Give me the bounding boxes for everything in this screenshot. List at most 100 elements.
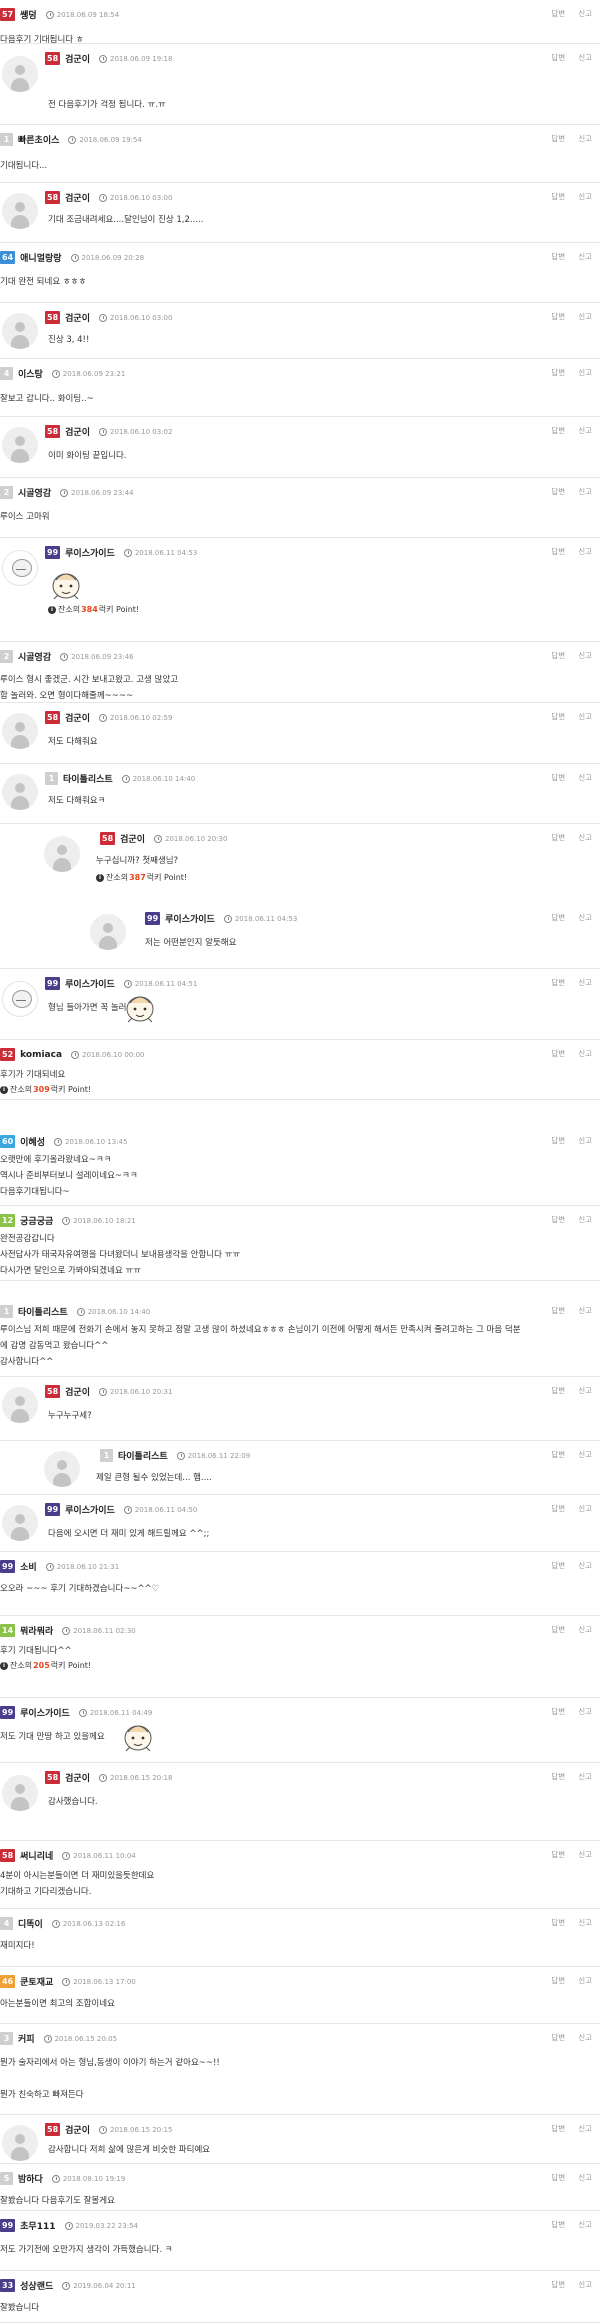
author-name[interactable]: 빠른초이스 — [18, 133, 59, 146]
author-name[interactable]: 검군이 — [65, 425, 90, 438]
report-button[interactable]: 신고 — [578, 650, 592, 661]
reply-button[interactable]: 답변 — [551, 650, 565, 661]
author-name[interactable]: 쌩덩 — [20, 8, 37, 21]
author-name[interactable]: 밤하다 — [18, 2172, 43, 2185]
author-name[interactable]: 시골영감 — [18, 650, 51, 663]
report-button[interactable]: 신고 — [578, 1305, 592, 1316]
report-button[interactable]: 신고 — [578, 2032, 592, 2043]
report-button[interactable]: 신고 — [578, 1849, 592, 1860]
reply-button[interactable]: 답변 — [551, 133, 565, 144]
author-name[interactable]: 성상랜드 — [20, 2279, 53, 2292]
author-name[interactable]: 루이스가이드 — [165, 912, 215, 925]
reply-button[interactable]: 답변 — [551, 1849, 565, 1860]
report-button[interactable]: 신고 — [578, 1560, 592, 1571]
reply-button[interactable]: 답변 — [551, 191, 565, 202]
report-button[interactable]: 신고 — [578, 1214, 592, 1225]
reply-button[interactable]: 답변 — [551, 311, 565, 322]
reply-button[interactable]: 답변 — [551, 2123, 565, 2134]
reply-button[interactable]: 답변 — [551, 2172, 565, 2183]
author-name[interactable]: 뭐라뭐라 — [20, 1624, 53, 1637]
report-button[interactable]: 신고 — [578, 1975, 592, 1986]
report-button[interactable]: 신고 — [578, 133, 592, 144]
reply-button[interactable]: 답변 — [551, 1048, 565, 1059]
report-button[interactable]: 신고 — [578, 546, 592, 557]
reply-button[interactable]: 답변 — [551, 1560, 565, 1571]
report-button[interactable]: 신고 — [578, 2123, 592, 2134]
author-name[interactable]: 검군이 — [65, 1771, 90, 1784]
author-name[interactable]: 애니멀랑랑 — [20, 251, 61, 264]
report-button[interactable]: 신고 — [578, 311, 592, 322]
report-button[interactable]: 신고 — [578, 711, 592, 722]
reply-button[interactable]: 답변 — [551, 367, 565, 378]
author-name[interactable]: 타이틀리스트 — [118, 1449, 168, 1462]
reply-button[interactable]: 답변 — [551, 977, 565, 988]
author-name[interactable]: 시골영감 — [18, 486, 51, 499]
reply-button[interactable]: 답변 — [551, 832, 565, 843]
author-name[interactable]: 검군이 — [65, 311, 90, 324]
reply-button[interactable]: 답변 — [551, 1135, 565, 1146]
author-name[interactable]: 검군이 — [65, 191, 90, 204]
report-button[interactable]: 신고 — [578, 1503, 592, 1514]
author-name[interactable]: 루이스가이드 — [65, 546, 115, 559]
report-button[interactable]: 신고 — [578, 772, 592, 783]
report-button[interactable]: 신고 — [578, 1449, 592, 1460]
author-name[interactable]: 루이스가이드 — [65, 977, 115, 990]
author-name[interactable]: 이스탕 — [18, 367, 43, 380]
author-name[interactable]: 검군이 — [65, 1385, 90, 1398]
author-name[interactable]: 루이스가이드 — [65, 1503, 115, 1516]
reply-button[interactable]: 답변 — [551, 546, 565, 557]
reply-button[interactable]: 답변 — [551, 2219, 565, 2230]
report-button[interactable]: 신고 — [578, 1771, 592, 1782]
author-name[interactable]: komiaca — [20, 1050, 62, 1060]
author-name[interactable]: 이혜성 — [20, 1135, 45, 1148]
report-button[interactable]: 신고 — [578, 1048, 592, 1059]
author-name[interactable]: 디똑이 — [18, 1917, 43, 1930]
reply-button[interactable]: 답변 — [551, 1917, 565, 1928]
reply-button[interactable]: 답변 — [551, 1706, 565, 1717]
reply-button[interactable]: 답변 — [551, 425, 565, 436]
author-name[interactable]: 초무111 — [20, 2219, 55, 2232]
author-name[interactable]: 커피 — [18, 2032, 35, 2045]
reply-button[interactable]: 답변 — [551, 2279, 565, 2290]
report-button[interactable]: 신고 — [578, 52, 592, 63]
reply-button[interactable]: 답변 — [551, 52, 565, 63]
reply-button[interactable]: 답변 — [551, 1214, 565, 1225]
reply-button[interactable]: 답변 — [551, 486, 565, 497]
reply-button[interactable]: 답변 — [551, 251, 565, 262]
report-button[interactable]: 신고 — [578, 1385, 592, 1396]
author-name[interactable]: 타이틀리스트 — [18, 1305, 68, 1318]
report-button[interactable]: 신고 — [578, 425, 592, 436]
report-button[interactable]: 신고 — [578, 832, 592, 843]
reply-button[interactable]: 답변 — [551, 772, 565, 783]
reply-button[interactable]: 답변 — [551, 912, 565, 923]
report-button[interactable]: 신고 — [578, 8, 592, 19]
report-button[interactable]: 신고 — [578, 1917, 592, 1928]
author-name[interactable]: 타이틀리스트 — [63, 772, 113, 785]
author-name[interactable]: 쿤토재교 — [20, 1975, 53, 1988]
reply-button[interactable]: 답변 — [551, 1305, 565, 1316]
reply-button[interactable]: 답변 — [551, 1624, 565, 1635]
author-name[interactable]: 루이스가이드 — [20, 1706, 70, 1719]
reply-button[interactable]: 답변 — [551, 2032, 565, 2043]
report-button[interactable]: 신고 — [578, 2172, 592, 2183]
author-name[interactable]: 검군이 — [65, 711, 90, 724]
report-button[interactable]: 신고 — [578, 1624, 592, 1635]
reply-button[interactable]: 답변 — [551, 1771, 565, 1782]
report-button[interactable]: 신고 — [578, 1135, 592, 1146]
reply-button[interactable]: 답변 — [551, 1385, 565, 1396]
reply-button[interactable]: 답변 — [551, 711, 565, 722]
report-button[interactable]: 신고 — [578, 977, 592, 988]
author-name[interactable]: 검군이 — [65, 52, 90, 65]
report-button[interactable]: 신고 — [578, 1706, 592, 1717]
reply-button[interactable]: 답변 — [551, 1449, 565, 1460]
report-button[interactable]: 신고 — [578, 191, 592, 202]
report-button[interactable]: 신고 — [578, 367, 592, 378]
author-name[interactable]: 검군이 — [120, 832, 145, 845]
reply-button[interactable]: 답변 — [551, 1503, 565, 1514]
author-name[interactable]: 검군이 — [65, 2123, 90, 2136]
author-name[interactable]: 소비 — [20, 1560, 37, 1573]
report-button[interactable]: 신고 — [578, 2219, 592, 2230]
reply-button[interactable]: 답변 — [551, 8, 565, 19]
author-name[interactable]: 써니리네 — [20, 1849, 53, 1862]
report-button[interactable]: 신고 — [578, 251, 592, 262]
